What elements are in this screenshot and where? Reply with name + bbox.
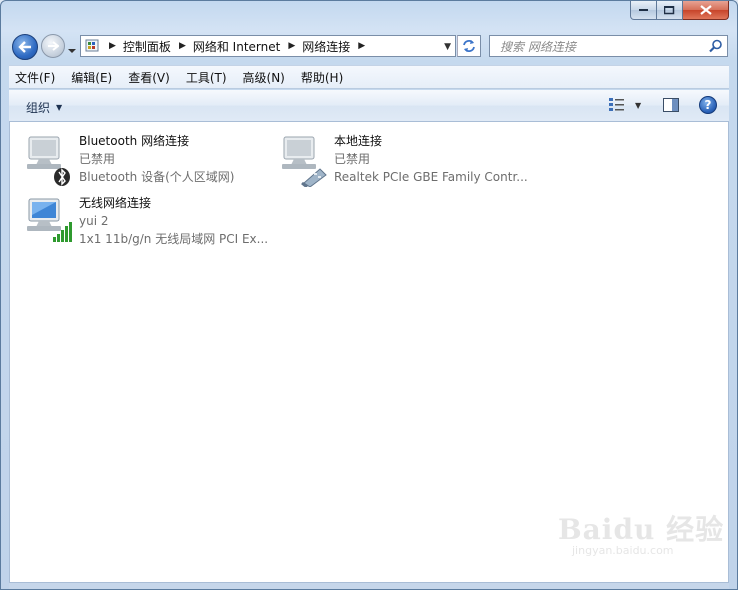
- connection-name: Bluetooth 网络连接: [79, 134, 190, 148]
- baidu-watermark: Baidu 经验 jingyan.baidu.com: [558, 508, 724, 557]
- menu-advanced[interactable]: 高级(N): [243, 69, 285, 86]
- preview-pane-icon: [663, 98, 679, 112]
- menu-edit[interactable]: 编辑(E): [71, 69, 112, 86]
- menu-file[interactable]: 文件(F): [15, 69, 55, 86]
- connection-item-bluetooth[interactable]: Bluetooth 网络连接 已禁用 Bluetooth 设备(个人区域网): [25, 131, 234, 187]
- search-input[interactable]: [498, 37, 707, 57]
- address-dropdown-icon[interactable]: ▼: [444, 42, 451, 52]
- connection-status: 已禁用: [79, 152, 116, 166]
- command-bar: 组织 ▼ ▼ ?: [9, 90, 729, 122]
- maximize-button[interactable]: [657, 1, 683, 20]
- chevron-down-icon: [68, 49, 76, 53]
- breadcrumb-network-internet[interactable]: 网络和 Internet: [193, 38, 280, 55]
- breadcrumb-control-panel[interactable]: 控制面板: [123, 38, 171, 55]
- forward-button[interactable]: [41, 34, 65, 58]
- connection-item-wireless[interactable]: 无线网络连接 yui 2 1x1 11b/g/n 无线局域网 PCI Ex...: [25, 193, 268, 249]
- caption-buttons: [630, 1, 729, 20]
- chevron-down-icon: ▼: [56, 103, 63, 112]
- change-view-button[interactable]: ▼: [609, 98, 641, 112]
- ethernet-connection-icon: [280, 131, 330, 189]
- organize-label: 组织: [26, 101, 51, 115]
- back-button[interactable]: [12, 34, 38, 60]
- wireless-connection-icon: [25, 193, 75, 249]
- chevron-down-icon[interactable]: ▼: [635, 101, 641, 110]
- recent-pages-dropdown[interactable]: [68, 43, 76, 53]
- refresh-button[interactable]: [457, 35, 481, 57]
- connection-name: 无线网络连接: [79, 196, 152, 210]
- forward-arrow-icon: [48, 41, 59, 51]
- menu-bar: 文件(F) 编辑(E) 查看(V) 工具(T) 高级(N) 帮助(H): [9, 65, 729, 89]
- connection-device: Bluetooth 设备(个人区域网): [79, 170, 235, 184]
- breadcrumb-separator-icon[interactable]: ▶: [179, 41, 186, 51]
- breadcrumb-separator-icon[interactable]: ▶: [358, 41, 365, 51]
- minimize-button[interactable]: [630, 1, 657, 20]
- connection-name: 本地连接: [334, 134, 383, 148]
- breadcrumb-separator-icon[interactable]: ▶: [288, 41, 295, 51]
- preview-pane-button[interactable]: [663, 98, 679, 115]
- control-panel-icon: [85, 39, 99, 52]
- breadcrumb-separator-icon[interactable]: ▶: [109, 41, 116, 51]
- connection-status: 已禁用: [334, 152, 371, 166]
- connection-status: yui 2: [79, 214, 109, 228]
- connection-item-local-area[interactable]: 本地连接 已禁用 Realtek PCIe GBE Family Contr..…: [280, 131, 528, 189]
- menu-help[interactable]: 帮助(H): [301, 69, 343, 86]
- window-bottom-border: [9, 583, 729, 589]
- view-details-icon: [609, 98, 624, 111]
- bluetooth-connection-icon: [25, 131, 75, 187]
- connection-device: Realtek PCIe GBE Family Contr...: [334, 170, 528, 184]
- minimize-icon: [638, 9, 648, 11]
- close-button[interactable]: [683, 1, 729, 20]
- explorer-window: ▶ 控制面板 ▶ 网络和 Internet ▶ 网络连接 ▶ ▼ 文件(F) 编…: [0, 0, 738, 590]
- refresh-icon: [463, 40, 475, 52]
- breadcrumb-network-connections[interactable]: 网络连接: [302, 38, 350, 55]
- back-arrow-icon: [18, 41, 31, 53]
- menu-tools[interactable]: 工具(T): [186, 69, 227, 86]
- organize-button[interactable]: 组织 ▼: [26, 99, 62, 116]
- maximize-icon: [664, 5, 675, 14]
- search-icon[interactable]: [709, 39, 723, 53]
- watermark-brand: Baidu 经验: [558, 513, 725, 546]
- close-icon: [699, 5, 712, 15]
- connection-device: 1x1 11b/g/n 无线局域网 PCI Ex...: [79, 232, 269, 246]
- address-bar[interactable]: ▶ 控制面板 ▶ 网络和 Internet ▶ 网络连接 ▶ ▼: [80, 35, 456, 57]
- menu-view[interactable]: 查看(V): [128, 69, 170, 86]
- help-button[interactable]: ?: [699, 96, 717, 114]
- search-box: [489, 35, 728, 57]
- breadcrumb: ▶ 控制面板 ▶ 网络和 Internet ▶ 网络连接 ▶: [101, 36, 372, 56]
